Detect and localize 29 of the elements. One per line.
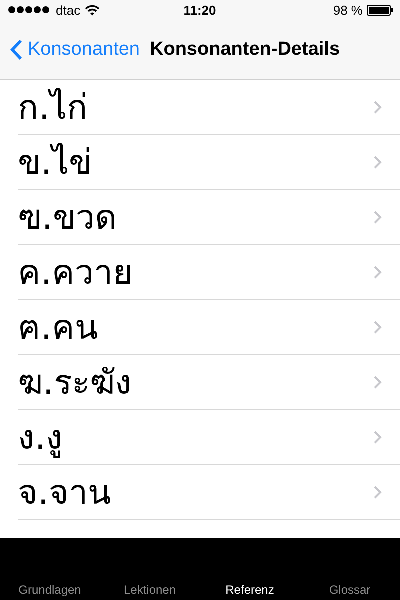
- chevron-right-icon: [374, 156, 382, 168]
- list-row[interactable]: จ.จาน: [18, 465, 400, 520]
- battery-percent: 98 %: [333, 2, 363, 18]
- chevron-right-icon: [374, 430, 382, 444]
- list-row[interactable]: ฅ.คน: [18, 300, 400, 355]
- signal-icon: [8, 6, 52, 14]
- battery-icon: [367, 4, 394, 16]
- list-row[interactable]: ฆ.ระฆัง: [18, 355, 400, 410]
- chevron-right-icon: [374, 210, 382, 224]
- chevron-right-icon: [374, 486, 382, 498]
- chevron-right-icon: [374, 376, 382, 388]
- chevron-left-icon: [10, 38, 23, 60]
- wifi-icon: [84, 4, 100, 16]
- tab[interactable]: Lektionen: [100, 582, 200, 598]
- list-row[interactable]: ข.ไข่: [18, 135, 400, 190]
- back-button[interactable]: Konsonanten: [10, 38, 140, 60]
- list-row[interactable]: ค.ควาย: [18, 245, 400, 300]
- tab[interactable]: Glossar: [300, 582, 400, 598]
- list-row[interactable]: ฃ.ขวด: [18, 190, 400, 245]
- chevron-right-icon: [374, 100, 382, 114]
- list-row[interactable]: ง.งู: [18, 410, 400, 465]
- chevron-right-icon: [374, 266, 382, 278]
- chevron-right-icon: [374, 320, 382, 334]
- list-row[interactable]: ก.ไก่: [18, 80, 400, 135]
- clock-time: 11:20: [182, 2, 218, 18]
- tab[interactable]: Referenz: [200, 582, 300, 598]
- tab[interactable]: Grundlagen: [0, 582, 100, 598]
- screen-title: Konsonanten-Details: [150, 38, 340, 60]
- carrier-name: dtac: [56, 2, 81, 18]
